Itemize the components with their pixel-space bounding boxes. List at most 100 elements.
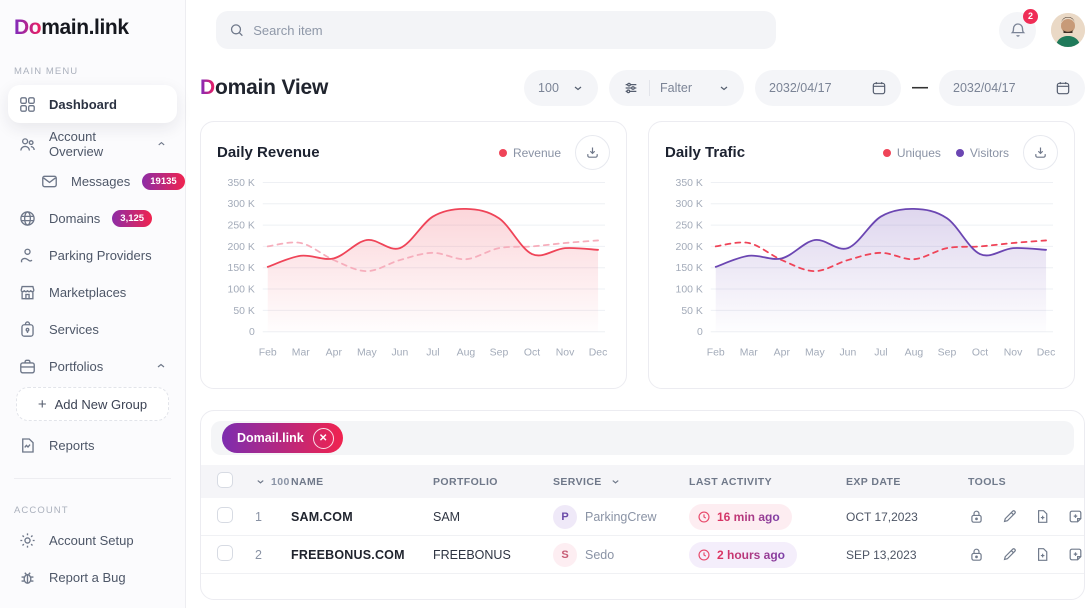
legend-label: Revenue bbox=[513, 146, 561, 160]
svg-text:Apr: Apr bbox=[326, 348, 343, 359]
lock-icon[interactable] bbox=[968, 546, 985, 563]
svg-text:350 K: 350 K bbox=[676, 178, 703, 189]
hand-coin-icon bbox=[18, 246, 37, 265]
col-last-activity-header[interactable]: LAST ACTIVITY bbox=[689, 476, 846, 488]
domain-name[interactable]: SAM.COM bbox=[291, 510, 433, 524]
filter-dropdown[interactable]: Falter bbox=[609, 70, 744, 106]
chevron-up-icon bbox=[156, 138, 167, 150]
exp-date: OCT 17,2023 bbox=[846, 510, 968, 524]
clock-icon bbox=[697, 548, 711, 562]
sidebar-item-report-bug[interactable]: Report a Bug bbox=[8, 561, 177, 593]
chart-legend: UniquesVisitors bbox=[883, 146, 1009, 160]
chevron-down-icon[interactable] bbox=[255, 476, 266, 487]
note-add-export-icon[interactable] bbox=[1067, 508, 1084, 525]
account-menu: Account Setup Report a Bug bbox=[0, 524, 185, 598]
envelope-icon bbox=[40, 172, 59, 191]
col-portfolio-header[interactable]: PORTFOLIO bbox=[433, 476, 553, 488]
svg-text:150 K: 150 K bbox=[676, 263, 703, 274]
sidebar-item-account-setup[interactable]: Account Setup bbox=[8, 524, 177, 556]
svg-text:150 K: 150 K bbox=[228, 263, 255, 274]
sidebar-item-dashboard[interactable]: Dashboard bbox=[8, 85, 177, 123]
svg-text:200 K: 200 K bbox=[228, 242, 255, 253]
file-add-icon[interactable] bbox=[1034, 508, 1051, 525]
page-size-select[interactable]: 100 bbox=[524, 70, 598, 106]
file-add-icon[interactable] bbox=[1034, 546, 1051, 563]
search-bar[interactable] bbox=[216, 11, 776, 49]
edit-pencil-icon[interactable] bbox=[1001, 546, 1018, 563]
select-all-checkbox[interactable] bbox=[217, 472, 233, 488]
sidebar-item-domains[interactable]: Domains 3,125 bbox=[8, 202, 177, 234]
svg-text:300 K: 300 K bbox=[676, 199, 703, 210]
svg-text:100 K: 100 K bbox=[676, 285, 703, 296]
col-service-header[interactable]: SERVICE bbox=[553, 476, 689, 488]
col-tools-header: TOOLS bbox=[968, 476, 1006, 488]
download-chart-button[interactable] bbox=[1023, 135, 1058, 170]
portfolio-name: SAM bbox=[433, 510, 553, 524]
report-doc-icon bbox=[18, 436, 37, 455]
chart-title: Daily Trafic bbox=[665, 144, 745, 161]
calendar-icon bbox=[871, 80, 887, 96]
user-avatar[interactable] bbox=[1051, 13, 1085, 47]
col-name-header[interactable]: NAME bbox=[291, 476, 433, 488]
chevron-down-icon bbox=[610, 476, 621, 487]
topbar: 2 bbox=[200, 0, 1085, 54]
sidebar-item-services[interactable]: Services bbox=[8, 313, 177, 345]
row-checkbox[interactable] bbox=[217, 545, 233, 561]
date-to-picker[interactable]: 2032/04/17 bbox=[939, 70, 1085, 106]
svg-text:Sep: Sep bbox=[938, 348, 957, 359]
table-row: 2 FREEBONUS.COM FREEBONUS S Sedo 2 hours… bbox=[201, 536, 1084, 574]
messages-count-badge: 19135 bbox=[142, 173, 184, 190]
date-from-value: 2032/04/17 bbox=[769, 81, 832, 95]
row-checkbox[interactable] bbox=[217, 507, 233, 523]
svg-text:Apr: Apr bbox=[774, 348, 791, 359]
table-row: 1 SAM.COM SAM P ParkingCrew 16 min ago O… bbox=[201, 498, 1084, 536]
add-new-group-button[interactable]: + Add New Group bbox=[16, 387, 169, 421]
edit-pencil-icon[interactable] bbox=[1001, 508, 1018, 525]
activity-text: 2 hours ago bbox=[717, 548, 785, 562]
sidebar-item-label: Services bbox=[49, 322, 99, 337]
page-title-rest: omain View bbox=[215, 76, 328, 99]
notifications-button[interactable]: 2 bbox=[999, 12, 1036, 49]
download-chart-button[interactable] bbox=[575, 135, 610, 170]
legend-item: Revenue bbox=[499, 146, 561, 160]
chart-header: Daily Revenue Revenue bbox=[217, 135, 610, 170]
domains-table-card: Domail.link ✕ 100 NAME PORTFOLIO SERVICE… bbox=[200, 410, 1085, 600]
activity-pill: 2 hours ago bbox=[689, 542, 797, 568]
note-add-export-icon[interactable] bbox=[1067, 546, 1084, 563]
sidebar-item-parking-providers[interactable]: Parking Providers bbox=[8, 239, 177, 271]
portfolio-name: FREEBONUS bbox=[433, 548, 553, 562]
search-input[interactable] bbox=[253, 23, 763, 38]
sidebar: Domain.link MAIN MENU Dashboard Account … bbox=[0, 0, 186, 608]
chart-header: Daily Trafic UniquesVisitors bbox=[665, 135, 1058, 170]
charts-row: Daily Revenue Revenue 350 K 300 K 250 K 200… bbox=[200, 121, 1085, 389]
main-content: 2 Domain View 100 Falter 2032/04/17 bbox=[186, 0, 1088, 608]
svg-text:Dec: Dec bbox=[1037, 348, 1056, 359]
service-header-label: SERVICE bbox=[553, 476, 602, 488]
sidebar-item-label: Domains bbox=[49, 211, 100, 226]
svg-text:May: May bbox=[357, 348, 377, 359]
sidebar-item-messages[interactable]: Messages 19135 bbox=[8, 165, 177, 197]
domail-link-chip[interactable]: Domail.link ✕ bbox=[222, 423, 343, 453]
service-badge: S bbox=[553, 543, 577, 567]
lock-icon[interactable] bbox=[968, 508, 985, 525]
col-exp-date-header[interactable]: EXP DATE bbox=[846, 476, 968, 488]
sidebar-item-account-overview[interactable]: Account Overview bbox=[8, 128, 177, 160]
calendar-icon bbox=[1055, 80, 1071, 96]
sidebar-item-reports[interactable]: Reports bbox=[8, 429, 177, 461]
sliders-icon bbox=[623, 80, 639, 96]
app-logo: Domain.link bbox=[0, 16, 185, 40]
filter-label: Falter bbox=[660, 81, 692, 95]
download-icon bbox=[1033, 145, 1048, 160]
page-size-value: 100 bbox=[538, 81, 559, 95]
svg-text:100 K: 100 K bbox=[228, 285, 255, 296]
exp-date: SEP 13,2023 bbox=[846, 548, 968, 562]
sidebar-item-portfolios[interactable]: Portfolios bbox=[8, 350, 177, 382]
chip-close-icon[interactable]: ✕ bbox=[313, 428, 334, 449]
row-number: 2 bbox=[255, 548, 291, 562]
sidebar-item-marketplaces[interactable]: Marketplaces bbox=[8, 276, 177, 308]
domain-name[interactable]: FREEBONUS.COM bbox=[291, 548, 433, 562]
svg-text:Oct: Oct bbox=[524, 348, 540, 359]
sidebar-item-label: Account Setup bbox=[49, 533, 134, 548]
svg-text:250 K: 250 K bbox=[228, 221, 255, 232]
date-from-picker[interactable]: 2032/04/17 bbox=[755, 70, 901, 106]
